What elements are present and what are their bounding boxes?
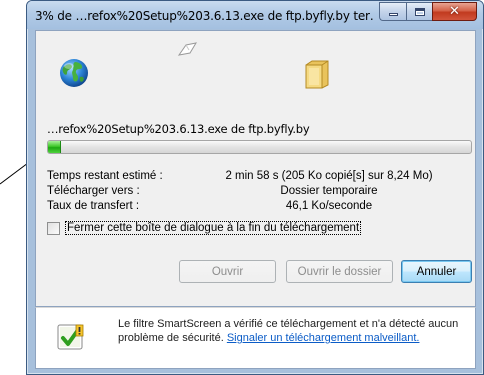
open-button[interactable]: Ouvrir — [179, 260, 276, 283]
caption-buttons: ✕ — [379, 2, 477, 21]
title-bar[interactable]: 3% de …refox%20Setup%203.6.13.exe de ftp… — [27, 1, 483, 29]
time-remaining-value: 2 min 58 s (205 Ko copié[s] sur 8,24 Mo) — [225, 170, 433, 182]
cancel-button[interactable]: Annuler — [401, 260, 472, 283]
download-filename: …refox%20Setup%203.6.13.exe de ftp.byfly… — [47, 122, 310, 136]
progress-bar-fill — [48, 141, 61, 153]
report-malicious-download-link[interactable]: Signaler un téléchargement malveillant. — [227, 332, 420, 344]
download-to-label: Télécharger vers : — [47, 185, 140, 197]
flying-paper-icon — [177, 42, 198, 56]
smartscreen-footer: Le filtre SmartScreen a vérifié ce téléc… — [35, 307, 476, 369]
download-to-value: Dossier temporaire — [280, 185, 378, 197]
download-to-row: Télécharger vers : Dossier temporaire — [47, 185, 477, 199]
download-progress-bar — [47, 140, 472, 154]
open-folder-button[interactable]: Ouvrir le dossier — [286, 260, 393, 283]
transfer-rate-row: Taux de transfert : 46,1 Ko/seconde — [47, 200, 477, 214]
time-remaining-row: Temps restant estimé : 2 min 58 s (205 K… — [47, 170, 477, 184]
time-remaining-label: Temps restant estimé : — [47, 170, 163, 182]
minimize-button[interactable] — [379, 2, 406, 21]
close-on-complete-checkbox[interactable] — [47, 221, 60, 235]
transfer-rate-value: 46,1 Ko/seconde — [285, 200, 373, 212]
maximize-button[interactable] — [406, 2, 432, 21]
maximize-icon — [414, 7, 425, 16]
download-content-panel: …refox%20Setup%203.6.13.exe de ftp.byfly… — [35, 30, 476, 307]
window-title: 3% de …refox%20Setup%203.6.13.exe de ftp… — [35, 9, 375, 23]
download-dialog-window: 3% de …refox%20Setup%203.6.13.exe de ftp… — [26, 0, 484, 375]
close-on-complete-label[interactable]: Fermer cette boîte de dialogue à la fin … — [65, 221, 362, 235]
close-on-complete-option[interactable]: Fermer cette boîte de dialogue à la fin … — [47, 220, 362, 236]
transfer-rate-label: Taux de transfert : — [47, 200, 140, 212]
smartscreen-message: Le filtre SmartScreen a vérifié ce téléc… — [118, 317, 468, 345]
close-icon: ✕ — [449, 4, 460, 19]
smartscreen-shield-icon — [57, 324, 84, 350]
close-button[interactable]: ✕ — [432, 2, 477, 21]
folder-icon — [305, 60, 329, 89]
globe-icon — [60, 59, 88, 87]
minimize-icon — [388, 13, 398, 16]
